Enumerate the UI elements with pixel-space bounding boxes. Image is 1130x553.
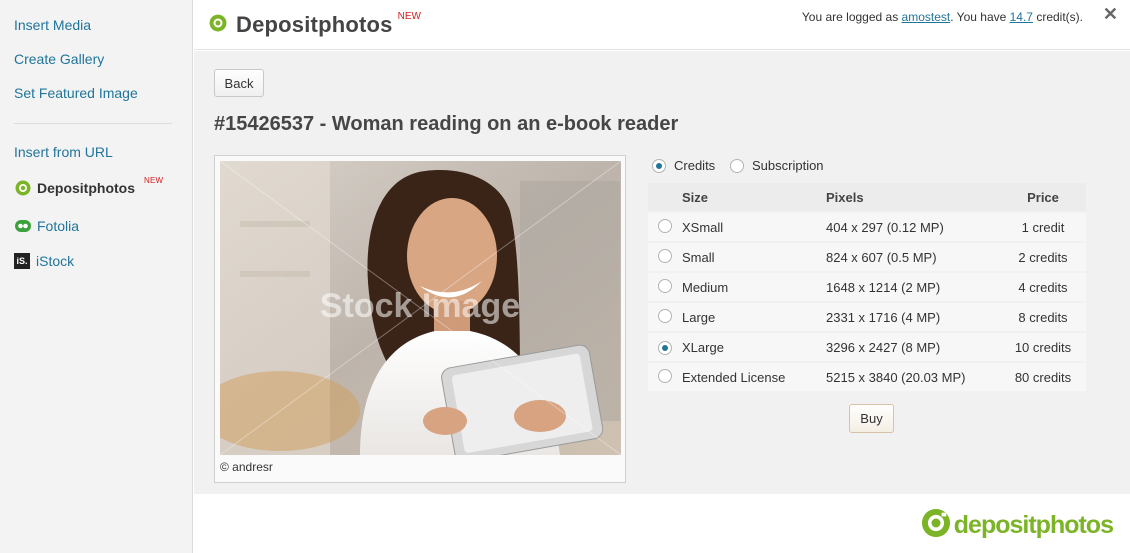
sidebar-item-set-featured-image[interactable]: Set Featured Image (14, 85, 138, 101)
pixels-cell: 404 x 297 (0.12 MP) (826, 213, 1000, 241)
istock-icon: iS. (14, 253, 30, 269)
subscription-radio[interactable] (730, 158, 744, 173)
table-row[interactable]: Extended License 5215 x 3840 (20.03 MP) … (648, 363, 1086, 391)
pixels-cell: 824 x 607 (0.5 MP) (826, 243, 1000, 271)
size-radio[interactable] (658, 308, 672, 323)
sidebar-item-label: Fotolia (37, 217, 80, 234)
watermark-text: Stock Image (320, 287, 520, 325)
depositphotos-icon (209, 14, 227, 37)
sidebar-item-label: Depositphotos (37, 179, 135, 196)
close-icon[interactable]: ✕ (1103, 4, 1118, 25)
main-content: Back #15426537 - Woman reading on an e-b… (194, 51, 1130, 494)
table-header-size: Size (682, 183, 826, 211)
sidebar-item-istock[interactable]: iS. iStock (14, 253, 74, 269)
sidebar-item-insert-from-url[interactable]: Insert from URL (14, 144, 113, 160)
table-header-pixels: Pixels (826, 183, 1000, 211)
size-radio[interactable] (658, 248, 672, 263)
size-cell: Small (682, 243, 826, 271)
size-price-table: Size Pixels Price XSmall 404 x 297 (0.12… (648, 181, 1086, 393)
price-cell: 80 credits (1000, 363, 1086, 391)
username-link[interactable]: amostest (902, 10, 951, 24)
credits-label: Credits (674, 158, 716, 173)
credits-radio[interactable] (652, 158, 666, 173)
price-cell: 4 credits (1000, 273, 1086, 301)
sidebar-item-create-gallery[interactable]: Create Gallery (14, 51, 104, 67)
footer-logo: depositphotos (921, 508, 1114, 543)
table-row[interactable]: XSmall 404 x 297 (0.12 MP) 1 credit (648, 213, 1086, 241)
size-cell: XLarge (682, 333, 826, 361)
new-badge: NEW (144, 176, 164, 185)
login-suffix: credit(s). (1032, 10, 1083, 24)
table-row[interactable]: XLarge 3296 x 2427 (8 MP) 10 credits (648, 333, 1086, 361)
login-mid: . You have (950, 10, 1010, 24)
buy-button[interactable]: Buy (849, 404, 894, 433)
image-preview-box: Stock Image © andresr (214, 155, 626, 483)
size-cell: XSmall (682, 213, 826, 241)
header-logo: Depositphotos NEW (209, 10, 421, 38)
sidebar-item-label: iStock (36, 253, 75, 269)
sidebar-item-fotolia[interactable]: Fotolia (14, 217, 79, 234)
header: Depositphotos NEW You are logged as amos… (194, 0, 1130, 50)
size-radio[interactable] (658, 218, 672, 233)
size-cell: Extended License (682, 363, 826, 391)
pixels-cell: 2331 x 1716 (4 MP) (826, 303, 1000, 331)
sidebar-item-depositphotos[interactable]: Depositphotos NEW (14, 176, 164, 196)
license-credits-option[interactable]: Credits (652, 158, 715, 173)
sidebar: Insert Media Create Gallery Set Featured… (0, 0, 193, 553)
pixels-cell: 5215 x 3840 (20.03 MP) (826, 363, 1000, 391)
stock-photo-illustration: Stock Image (220, 161, 621, 455)
subscription-label: Subscription (752, 158, 824, 173)
pixels-cell: 1648 x 1214 (2 MP) (826, 273, 1000, 301)
back-button[interactable]: Back (214, 69, 264, 97)
page-title: #15426537 - Woman reading on an e-book r… (214, 113, 679, 135)
price-cell: 8 credits (1000, 303, 1086, 331)
photo-credit: © andresr (220, 460, 273, 474)
size-cell: Large (682, 303, 826, 331)
depositphotos-icon (921, 508, 951, 543)
login-info: You are logged as amostest. You have 14.… (802, 10, 1083, 24)
sidebar-divider (14, 123, 172, 124)
size-cell: Medium (682, 273, 826, 301)
header-title: Depositphotos (236, 12, 393, 37)
credits-link[interactable]: 14.7 (1010, 10, 1033, 24)
stock-photo: Stock Image (220, 161, 621, 455)
depositphotos-icon (14, 179, 31, 196)
new-badge: NEW (397, 10, 421, 22)
table-row[interactable]: Medium 1648 x 1214 (2 MP) 4 credits (648, 273, 1086, 301)
pixels-cell: 3296 x 2427 (8 MP) (826, 333, 1000, 361)
table-header-row: Size Pixels Price (648, 183, 1086, 211)
price-cell: 2 credits (1000, 243, 1086, 271)
table-row[interactable]: Small 824 x 607 (0.5 MP) 2 credits (648, 243, 1086, 271)
login-prefix: You are logged as (801, 10, 902, 24)
price-cell: 10 credits (1000, 333, 1086, 361)
price-cell: 1 credit (1000, 213, 1086, 241)
table-header-select (648, 183, 682, 211)
size-radio[interactable] (658, 341, 672, 355)
fotolia-icon (14, 217, 31, 234)
license-subscription-option[interactable]: Subscription (730, 158, 824, 173)
table-header-price: Price (1000, 183, 1086, 211)
table-row[interactable]: Large 2331 x 1716 (4 MP) 8 credits (648, 303, 1086, 331)
sidebar-item-insert-media[interactable]: Insert Media (14, 17, 91, 33)
footer-logo-text: depositphotos (953, 511, 1114, 539)
size-radio[interactable] (658, 278, 672, 293)
size-radio[interactable] (658, 368, 672, 383)
